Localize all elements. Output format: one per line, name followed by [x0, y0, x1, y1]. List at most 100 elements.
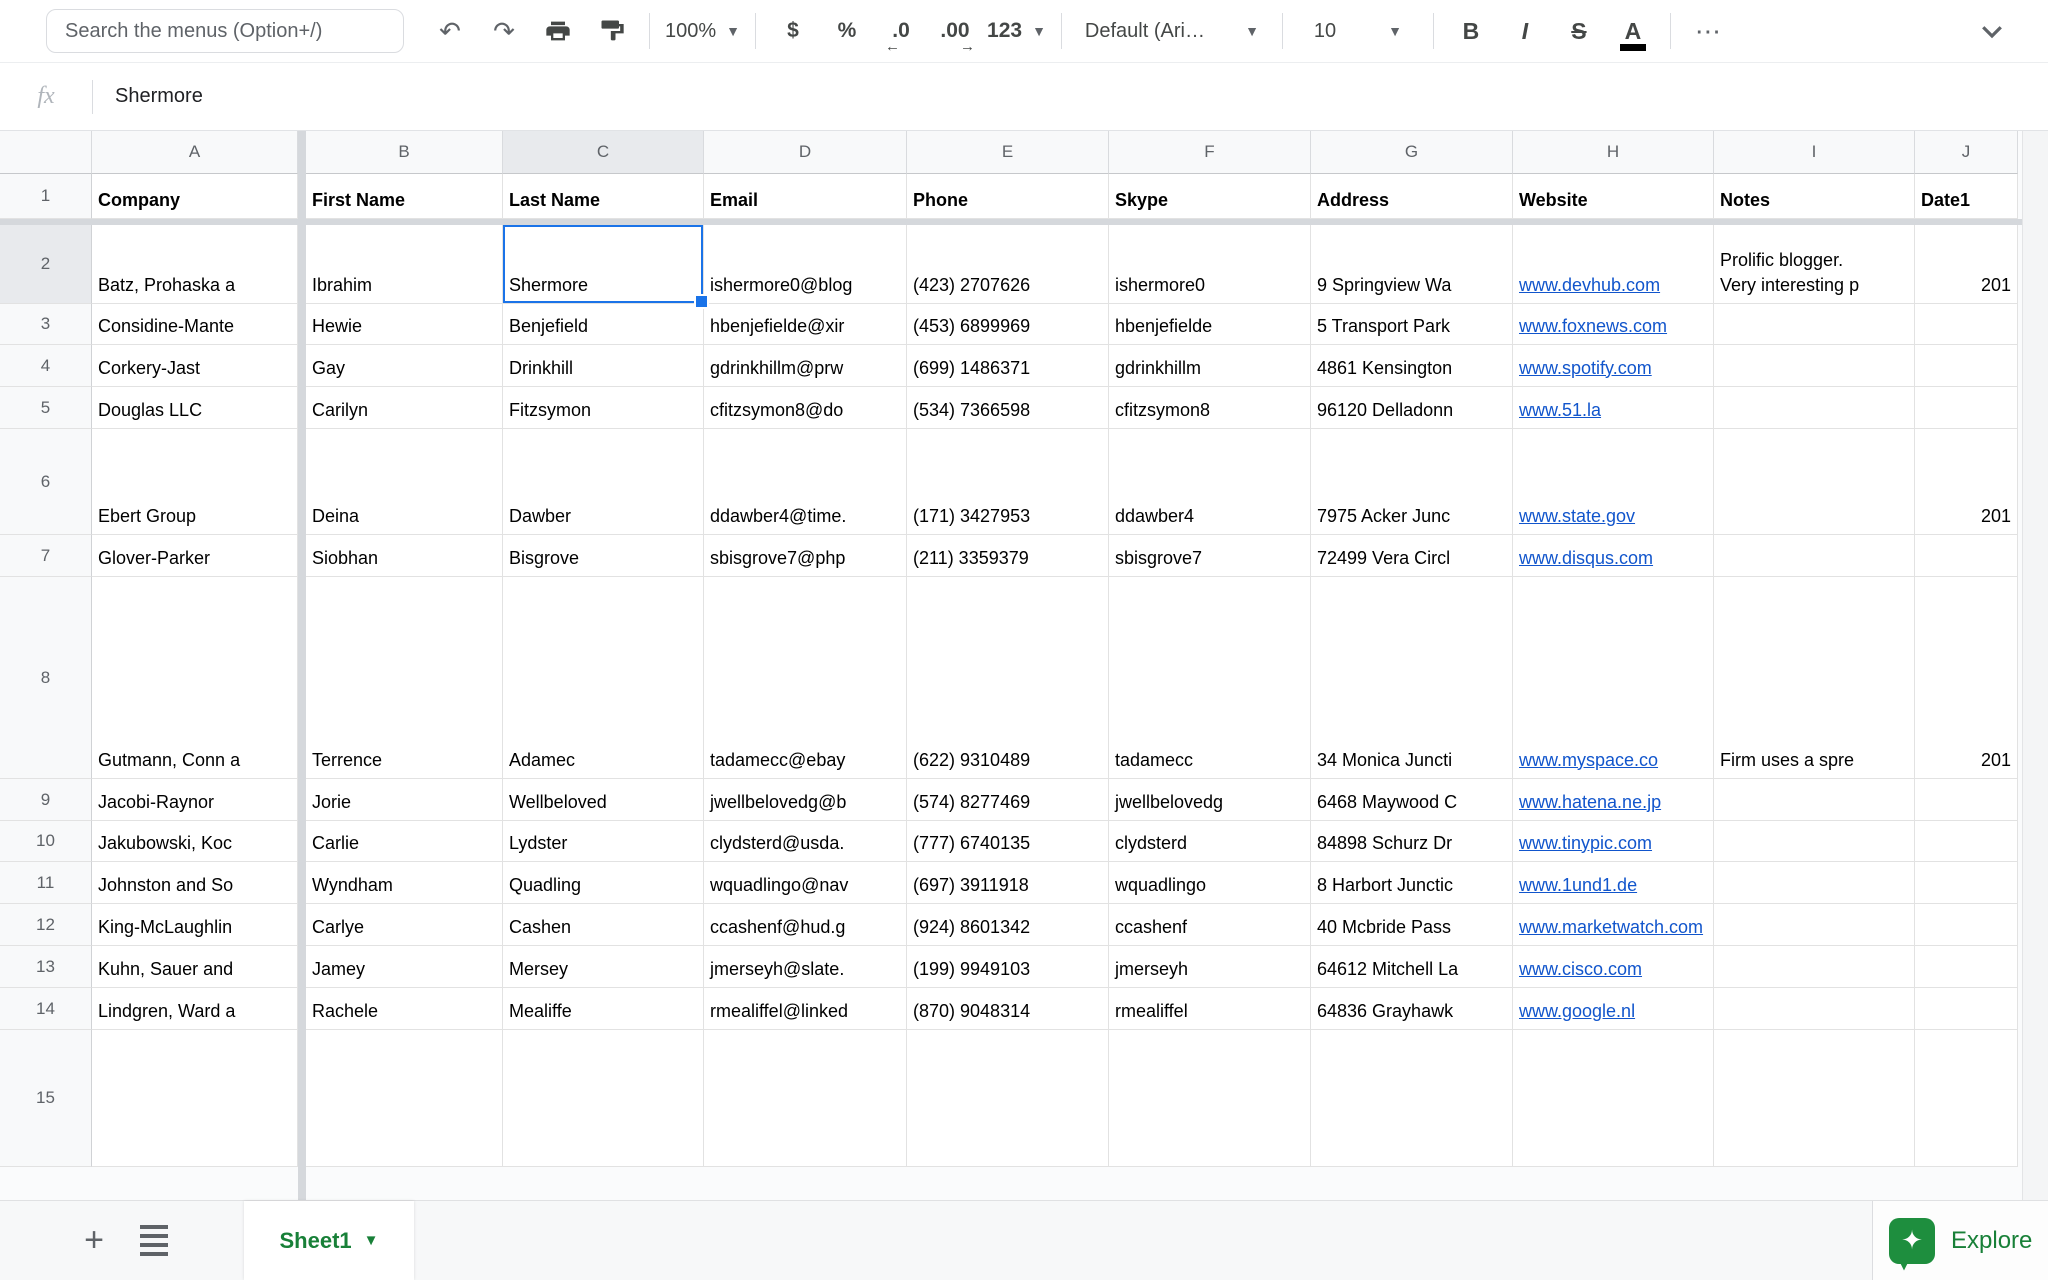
cell-J14[interactable] [1915, 988, 2018, 1030]
cell-I15[interactable] [1714, 1030, 1915, 1167]
cell-F2[interactable]: ishermore0 [1109, 225, 1311, 304]
collapse-toolbar-button[interactable] [1970, 9, 2014, 53]
row-header-10[interactable]: 10 [0, 821, 92, 862]
cell-D2[interactable]: ishermore0@blog [704, 225, 907, 304]
cell-I1[interactable]: Notes [1714, 174, 1915, 219]
cell-G1[interactable]: Address [1311, 174, 1513, 219]
cell-D11[interactable]: wquadlingo@nav [704, 862, 907, 904]
cell-G12[interactable]: 40 Mcbride Pass [1311, 904, 1513, 946]
cell-J12[interactable] [1915, 904, 2018, 946]
cell-G5[interactable]: 96120 Delladonn [1311, 387, 1513, 429]
cell-E3[interactable]: (453) 6899969 [907, 304, 1109, 345]
cell-I4[interactable] [1714, 345, 1915, 387]
cell-H10[interactable]: www.tinypic.com [1513, 821, 1714, 862]
cell-B9[interactable]: Jorie [306, 779, 503, 821]
cell-I13[interactable] [1714, 946, 1915, 988]
row-header-8[interactable]: 8 [0, 577, 92, 779]
cell-H13[interactable]: www.cisco.com [1513, 946, 1714, 988]
cell-C7[interactable]: Bisgrove [503, 535, 704, 577]
cell-A9[interactable]: Jacobi-Raynor [92, 779, 298, 821]
cell-E12[interactable]: (924) 8601342 [907, 904, 1109, 946]
font-select[interactable]: Default (Ari… ▼ [1077, 9, 1267, 53]
cell-E7[interactable]: (211) 3359379 [907, 535, 1109, 577]
cell-G10[interactable]: 84898 Schurz Dr [1311, 821, 1513, 862]
paint-format-button[interactable] [590, 9, 634, 53]
cell-A6[interactable]: Ebert Group [92, 429, 298, 535]
website-link[interactable]: www.1und1.de [1519, 873, 1637, 897]
cell-G15[interactable] [1311, 1030, 1513, 1167]
column-header-C[interactable]: C [503, 131, 704, 174]
column-header-G[interactable]: G [1311, 131, 1513, 174]
cell-C10[interactable]: Lydster [503, 821, 704, 862]
cell-A11[interactable]: Johnston and So [92, 862, 298, 904]
cell-J5[interactable] [1915, 387, 2018, 429]
cell-B5[interactable]: Carilyn [306, 387, 503, 429]
cell-E2[interactable]: (423) 2707626 [907, 225, 1109, 304]
more-toolbar-button[interactable]: ⋯ [1686, 9, 1730, 53]
cell-G11[interactable]: 8 Harbort Junctic [1311, 862, 1513, 904]
cell-I9[interactable] [1714, 779, 1915, 821]
cell-A2[interactable]: Batz, Prohaska a [92, 225, 298, 304]
cell-G9[interactable]: 6468 Maywood C [1311, 779, 1513, 821]
cell-B3[interactable]: Hewie [306, 304, 503, 345]
column-header-A[interactable]: A [92, 131, 298, 174]
website-link[interactable]: www.cisco.com [1519, 957, 1642, 981]
website-link[interactable]: www.spotify.com [1519, 356, 1652, 380]
bold-button[interactable]: B [1449, 9, 1493, 53]
text-color-button[interactable]: A [1611, 9, 1655, 53]
row-header-11[interactable]: 11 [0, 862, 92, 904]
cell-E11[interactable]: (697) 3911918 [907, 862, 1109, 904]
cell-E8[interactable]: (622) 9310489 [907, 577, 1109, 779]
cell-I5[interactable] [1714, 387, 1915, 429]
all-sheets-button[interactable] [124, 1201, 184, 1280]
row-header-6[interactable]: 6 [0, 429, 92, 535]
cell-B13[interactable]: Jamey [306, 946, 503, 988]
cell-C3[interactable]: Benjefield [503, 304, 704, 345]
cell-F6[interactable]: ddawber4 [1109, 429, 1311, 535]
cell-B11[interactable]: Wyndham [306, 862, 503, 904]
cell-J13[interactable] [1915, 946, 2018, 988]
cell-A13[interactable]: Kuhn, Sauer and [92, 946, 298, 988]
cell-H11[interactable]: www.1und1.de [1513, 862, 1714, 904]
format-currency-button[interactable]: $ [771, 9, 815, 53]
cell-I8[interactable]: Firm uses a spre [1714, 577, 1915, 779]
undo-button[interactable]: ↶ [428, 9, 472, 53]
cell-G8[interactable]: 34 Monica Juncti [1311, 577, 1513, 779]
cell-G6[interactable]: 7975 Acker Junc [1311, 429, 1513, 535]
cell-F8[interactable]: tadamecc [1109, 577, 1311, 779]
cell-C2[interactable]: Shermore [503, 225, 704, 304]
cell-E1[interactable]: Phone [907, 174, 1109, 219]
website-link[interactable]: www.devhub.com [1519, 273, 1660, 297]
website-link[interactable]: www.myspace.co [1519, 748, 1658, 772]
cell-I7[interactable] [1714, 535, 1915, 577]
cell-E4[interactable]: (699) 1486371 [907, 345, 1109, 387]
cell-H14[interactable]: www.google.nl [1513, 988, 1714, 1030]
add-sheet-button[interactable]: + [64, 1201, 124, 1280]
cell-B8[interactable]: Terrence [306, 577, 503, 779]
cell-C9[interactable]: Wellbeloved [503, 779, 704, 821]
cell-F10[interactable]: clydsterd [1109, 821, 1311, 862]
column-header-H[interactable]: H [1513, 131, 1714, 174]
website-link[interactable]: www.state.gov [1519, 504, 1635, 528]
cell-C6[interactable]: Dawber [503, 429, 704, 535]
cell-C13[interactable]: Mersey [503, 946, 704, 988]
website-link[interactable]: www.tinypic.com [1519, 831, 1652, 855]
cell-H9[interactable]: www.hatena.ne.jp [1513, 779, 1714, 821]
website-link[interactable]: www.marketwatch.com [1519, 915, 1703, 939]
row-header-1[interactable]: 1 [0, 174, 92, 219]
cell-E14[interactable]: (870) 9048314 [907, 988, 1109, 1030]
cell-I3[interactable] [1714, 304, 1915, 345]
cell-F13[interactable]: jmerseyh [1109, 946, 1311, 988]
cell-F12[interactable]: ccashenf [1109, 904, 1311, 946]
cell-D14[interactable]: rmealiffel@linked [704, 988, 907, 1030]
cell-A12[interactable]: King-McLaughlin [92, 904, 298, 946]
cell-H1[interactable]: Website [1513, 174, 1714, 219]
row-header-9[interactable]: 9 [0, 779, 92, 821]
cell-D9[interactable]: jwellbelovedg@b [704, 779, 907, 821]
cell-C4[interactable]: Drinkhill [503, 345, 704, 387]
cell-H6[interactable]: www.state.gov [1513, 429, 1714, 535]
cell-F7[interactable]: sbisgrove7 [1109, 535, 1311, 577]
italic-button[interactable]: I [1503, 9, 1547, 53]
cell-I6[interactable] [1714, 429, 1915, 535]
strikethrough-button[interactable]: S [1557, 9, 1601, 53]
